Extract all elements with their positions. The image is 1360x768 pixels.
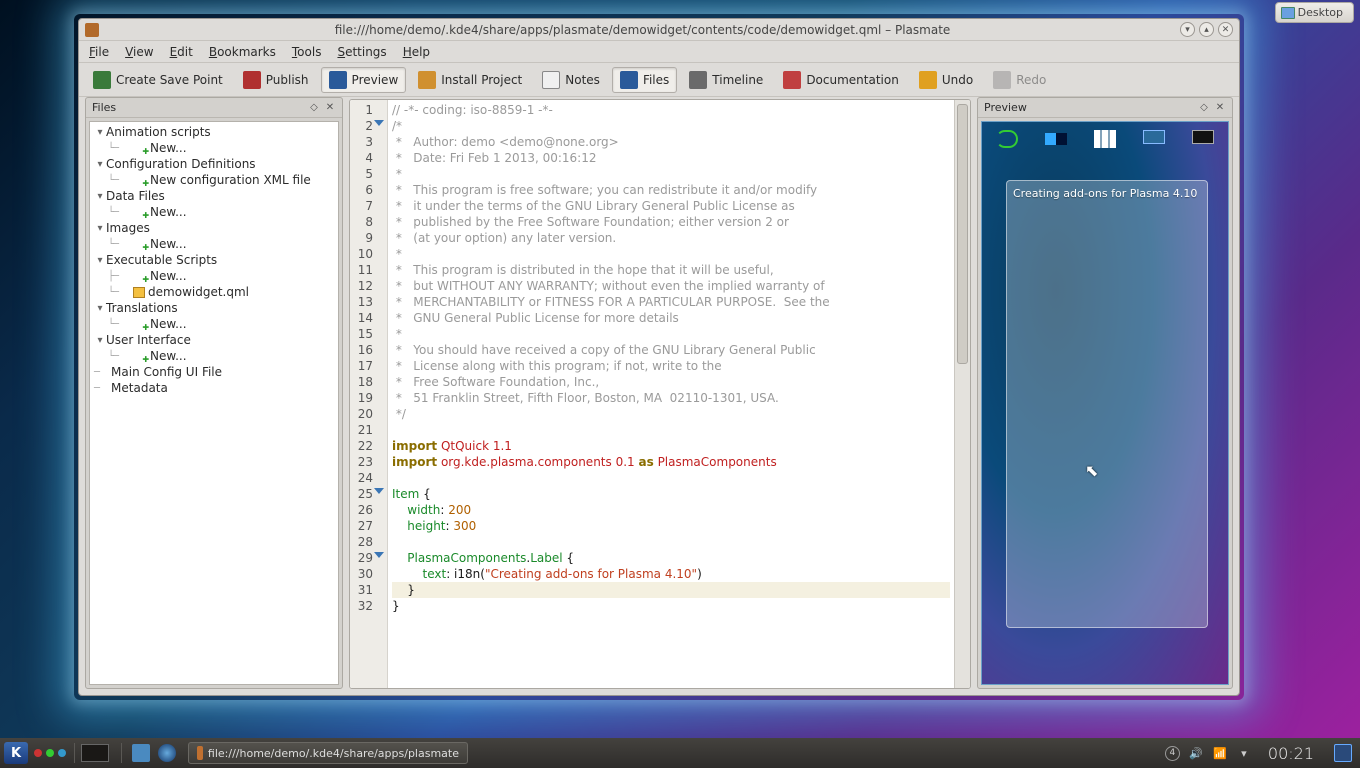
menubar: File View Edit Bookmarks Tools Settings …: [79, 41, 1239, 63]
tree-item[interactable]: ▾Executable Scripts: [90, 252, 338, 268]
taskbar[interactable]: K file:///home/demo/.kde4/share/apps/pla…: [0, 738, 1360, 768]
documentation-icon: [783, 71, 801, 89]
preview-button[interactable]: Preview: [321, 67, 407, 93]
timeline-icon: [689, 71, 707, 89]
monitor-icon[interactable]: [1143, 130, 1165, 144]
tree-item[interactable]: └─ demowidget.qml: [90, 284, 338, 300]
bars-icon[interactable]: [1094, 130, 1116, 148]
dolphin-launcher[interactable]: [132, 744, 150, 762]
code-editor[interactable]: 1234567891011121314151617181920212223242…: [349, 99, 971, 689]
line-gutter: 1234567891011121314151617181920212223242…: [350, 100, 388, 688]
maximize-button[interactable]: ▴: [1199, 22, 1214, 37]
task-app-icon: [197, 746, 203, 760]
tree-item[interactable]: ▾Images: [90, 220, 338, 236]
menu-bookmarks[interactable]: Bookmarks: [209, 45, 276, 59]
redo-button[interactable]: Redo: [985, 67, 1054, 93]
preview-viewport: Creating add-ons for Plasma 4.10 ⬉: [981, 121, 1229, 685]
tray-updates-icon[interactable]: 4: [1165, 746, 1180, 761]
battery-icon[interactable]: [1045, 133, 1067, 145]
files-button[interactable]: Files: [612, 67, 677, 93]
panel-close-button[interactable]: ✕: [324, 102, 336, 114]
tree-item[interactable]: └─ New...: [90, 316, 338, 332]
tree-item[interactable]: ▾User Interface: [90, 332, 338, 348]
files-panel-title: Files: [92, 101, 116, 114]
desktop-switcher-button[interactable]: Desktop: [1275, 2, 1354, 23]
app-icon: [85, 23, 99, 37]
tree-item[interactable]: ─ Main Config UI File: [90, 364, 338, 380]
show-desktop-button[interactable]: [1334, 744, 1352, 762]
panel-close-button[interactable]: ✕: [1214, 102, 1226, 114]
tree-item[interactable]: └─ New...: [90, 348, 338, 364]
files-panel: Files ◇ ✕ ▾Animation scripts└─ New...▾Co…: [85, 97, 343, 689]
tree-item[interactable]: └─ New configuration XML file: [90, 172, 338, 188]
minimize-button[interactable]: ▾: [1180, 22, 1195, 37]
pager[interactable]: [81, 744, 109, 762]
preview-panel: Preview ◇ ✕ Creating add-ons for Plasma …: [977, 97, 1233, 689]
window-title: file:///home/demo/.kde4/share/apps/plasm…: [105, 23, 1180, 37]
file-tree[interactable]: ▾Animation scripts└─ New...▾Configuratio…: [89, 121, 339, 685]
task-plasmate[interactable]: file:///home/demo/.kde4/share/apps/plasm…: [188, 742, 468, 764]
tree-item[interactable]: ▾Data Files: [90, 188, 338, 204]
undo-button[interactable]: Undo: [911, 67, 981, 93]
terminal-icon[interactable]: [1192, 130, 1214, 144]
tree-item[interactable]: ▾Configuration Definitions: [90, 156, 338, 172]
toolbar: Create Save Point Publish Preview Instal…: [79, 63, 1239, 97]
tree-item[interactable]: ▾Animation scripts: [90, 124, 338, 140]
preview-widget: Creating add-ons for Plasma 4.10 ⬉: [1006, 180, 1208, 628]
menu-edit[interactable]: Edit: [170, 45, 193, 59]
menu-view[interactable]: View: [125, 45, 153, 59]
menu-settings[interactable]: Settings: [337, 45, 386, 59]
create-save-point-button[interactable]: Create Save Point: [85, 67, 231, 93]
tree-item[interactable]: ▾Translations: [90, 300, 338, 316]
activity-dot-blue[interactable]: [58, 749, 66, 757]
files-icon: [620, 71, 638, 89]
close-button[interactable]: ✕: [1218, 22, 1233, 37]
code-area[interactable]: // -*- coding: iso-8859-1 -*-/* * Author…: [388, 100, 954, 688]
tree-item[interactable]: ─ Metadata: [90, 380, 338, 396]
tree-item[interactable]: └─ New...: [90, 236, 338, 252]
install-icon: [418, 71, 436, 89]
menu-tools[interactable]: Tools: [292, 45, 322, 59]
activity-dot-red[interactable]: [34, 749, 42, 757]
task-title: file:///home/demo/.kde4/share/apps/plasm…: [208, 747, 459, 760]
tree-item[interactable]: └─ New...: [90, 140, 338, 156]
tray-expand-icon[interactable]: ▾: [1236, 745, 1252, 761]
preview-panel-title: Preview: [984, 101, 1027, 114]
panel-float-button[interactable]: ◇: [308, 102, 320, 114]
browser-launcher[interactable]: [158, 744, 176, 762]
cursor-icon: ⬉: [1085, 461, 1098, 480]
documentation-button[interactable]: Documentation: [775, 67, 907, 93]
tree-item[interactable]: ├─ New...: [90, 268, 338, 284]
kickoff-launcher[interactable]: K: [4, 742, 28, 764]
timeline-button[interactable]: Timeline: [681, 67, 771, 93]
install-project-button[interactable]: Install Project: [410, 67, 530, 93]
refresh-icon[interactable]: [996, 130, 1018, 148]
save-icon: [93, 71, 111, 89]
menu-file[interactable]: File: [89, 45, 109, 59]
scrollbar-thumb[interactable]: [957, 104, 968, 364]
main-window: file:///home/demo/.kde4/share/apps/plasm…: [78, 18, 1240, 696]
publish-button[interactable]: Publish: [235, 67, 317, 93]
panel-float-button[interactable]: ◇: [1198, 102, 1210, 114]
tray-volume-icon[interactable]: 🔊: [1188, 745, 1204, 761]
menu-help[interactable]: Help: [403, 45, 430, 59]
activity-dot-green[interactable]: [46, 749, 54, 757]
preview-icon: [329, 71, 347, 89]
tray-network-icon[interactable]: 📶: [1212, 745, 1228, 761]
redo-icon: [993, 71, 1011, 89]
notes-icon: [542, 71, 560, 89]
tree-item[interactable]: └─ New...: [90, 204, 338, 220]
notes-button[interactable]: Notes: [534, 67, 608, 93]
preview-widget-text: Creating add-ons for Plasma 4.10: [1013, 187, 1197, 200]
titlebar[interactable]: file:///home/demo/.kde4/share/apps/plasm…: [79, 19, 1239, 41]
undo-icon: [919, 71, 937, 89]
publish-icon: [243, 71, 261, 89]
taskbar-clock[interactable]: 00:21: [1260, 744, 1322, 763]
editor-scrollbar[interactable]: [954, 100, 970, 688]
